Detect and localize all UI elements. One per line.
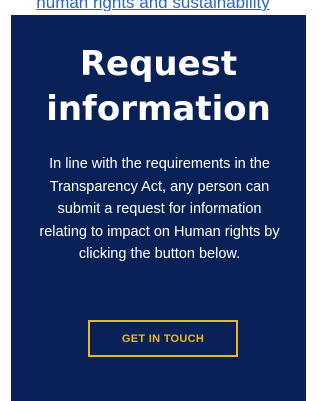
card-title-line-1: Request <box>79 44 238 84</box>
card-title-line-2: information <box>46 89 271 129</box>
get-in-touch-button[interactable]: GET IN TOUCH <box>88 320 238 357</box>
card-title: Request information <box>11 42 306 132</box>
card-description: In line with the requirements in the Tra… <box>39 156 280 262</box>
request-information-card: Request information In line with the req… <box>11 15 306 401</box>
human-rights-link[interactable]: human rights and sustainability <box>0 0 306 11</box>
page: human rights and sustainability Request … <box>0 0 306 401</box>
